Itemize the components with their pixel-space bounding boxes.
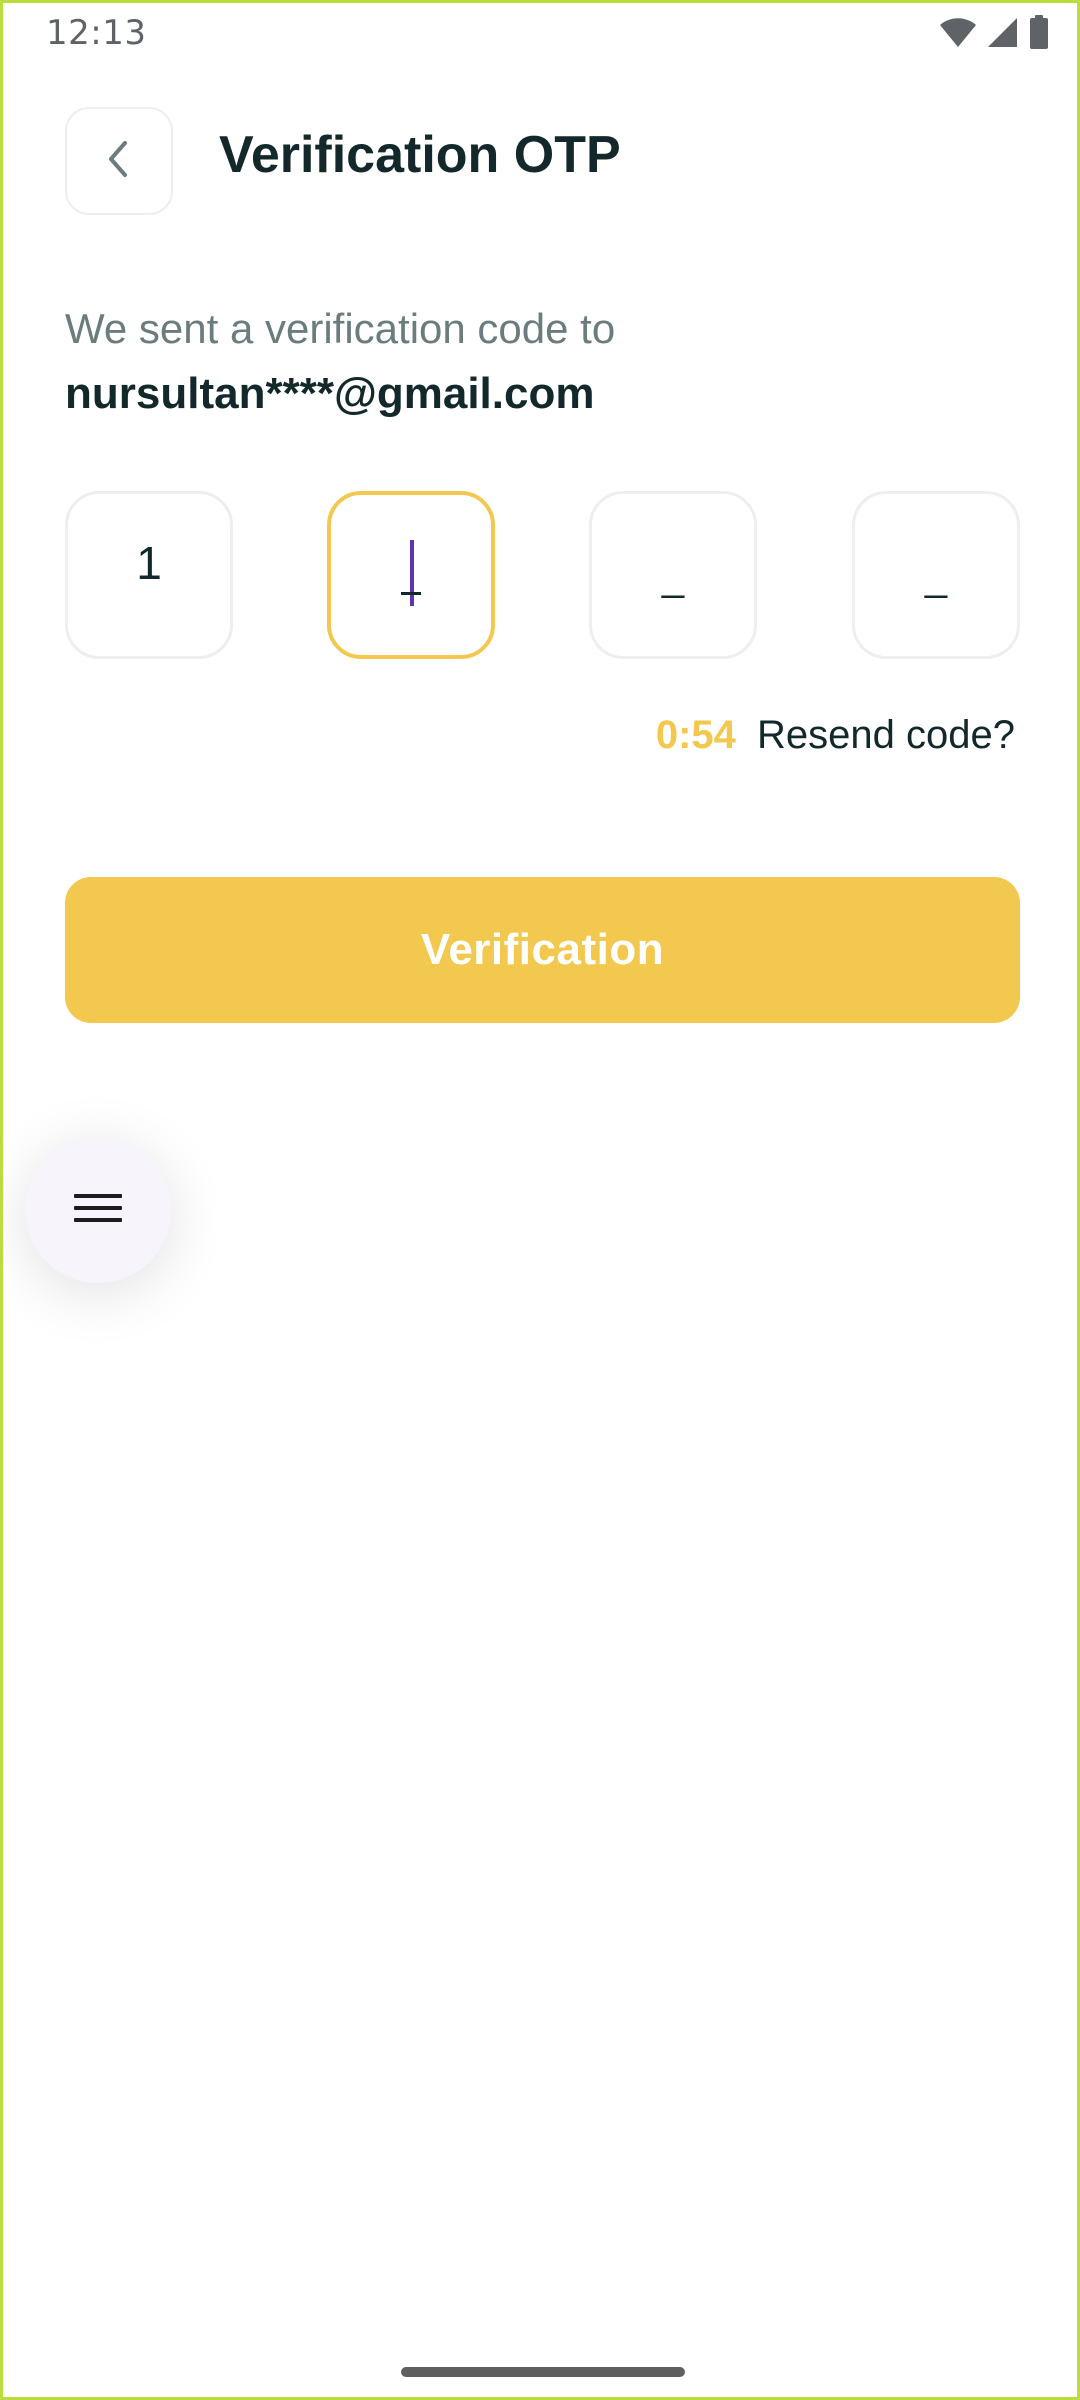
- status-icons: [939, 15, 1049, 49]
- otp-digit-3-placeholder: _: [661, 554, 685, 599]
- resend-row: 0:54 Resend code?: [656, 713, 1015, 758]
- screen-frame: 12:13 Verification OTP We sent a verific…: [0, 0, 1080, 2400]
- otp-digit-3[interactable]: _: [589, 491, 757, 659]
- resend-code-link[interactable]: Resend code?: [757, 713, 1015, 757]
- hamburger-menu-icon: [74, 1188, 122, 1233]
- masked-email: nursultan****@gmail.com: [65, 369, 595, 418]
- floating-menu-button[interactable]: [25, 1137, 171, 1283]
- resend-timer: 0:54: [655, 713, 736, 757]
- page-title: Verification OTP: [219, 126, 621, 184]
- wifi-icon: [939, 16, 977, 48]
- cellular-signal-icon: [987, 16, 1019, 48]
- otp-digit-1[interactable]: 1: [65, 491, 233, 659]
- status-time: 12:13: [46, 13, 147, 53]
- chevron-left-icon: [101, 139, 137, 184]
- otp-input-row: 1 _ _: [65, 491, 1020, 659]
- verification-message: We sent a verification code to: [65, 305, 616, 352]
- back-button[interactable]: [65, 107, 173, 215]
- verification-button[interactable]: Verification: [65, 877, 1020, 1023]
- text-cursor: [401, 540, 421, 610]
- otp-digit-4-placeholder: _: [924, 554, 948, 599]
- otp-digit-2-placeholder: [401, 592, 421, 595]
- otp-digit-2[interactable]: [327, 491, 495, 659]
- battery-icon: [1029, 15, 1049, 49]
- status-bar: 12:13: [3, 3, 1077, 67]
- otp-digit-4[interactable]: _: [852, 491, 1020, 659]
- otp-digit-1-value: 1: [136, 537, 162, 589]
- cursor-caret: [410, 540, 414, 606]
- gesture-navigation-bar[interactable]: [401, 2367, 685, 2377]
